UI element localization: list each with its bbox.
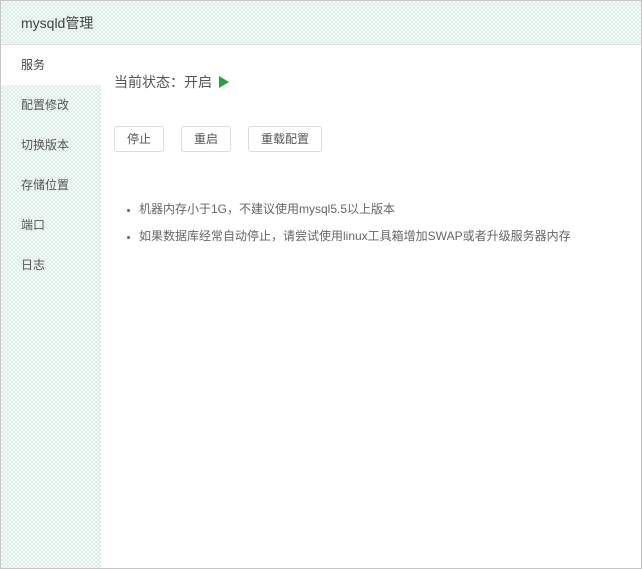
- dialog-title: mysqld管理: [21, 13, 93, 33]
- restart-button[interactable]: 重启: [181, 126, 231, 152]
- mysqld-manage-dialog: mysqld管理 服务 配置修改 切换版本 存储位置 端口 日志 当前状态：开启…: [0, 0, 642, 569]
- sidebar-item-config-edit[interactable]: 配置修改: [1, 85, 101, 125]
- play-triangle-icon: [219, 76, 229, 88]
- status-value: 开启: [184, 72, 212, 92]
- sidebar-item-storage-location[interactable]: 存储位置: [1, 165, 101, 205]
- service-panel: 当前状态：开启 停止 重启 重载配置 机器内存小于1G，不建议使用mysql5.…: [101, 45, 641, 568]
- sidebar: 服务 配置修改 切换版本 存储位置 端口 日志: [1, 45, 101, 568]
- status-line: 当前状态：开启: [114, 72, 625, 92]
- sidebar-item-log[interactable]: 日志: [1, 245, 101, 285]
- reload-config-button[interactable]: 重载配置: [248, 126, 322, 152]
- dialog-titlebar: mysqld管理: [1, 1, 641, 45]
- sidebar-item-switch-version[interactable]: 切换版本: [1, 125, 101, 165]
- service-actions: 停止 重启 重载配置: [114, 126, 625, 152]
- note-item-memory: 机器内存小于1G，不建议使用mysql5.5以上版本: [139, 200, 625, 218]
- dialog-body: 服务 配置修改 切换版本 存储位置 端口 日志 当前状态：开启 停止 重启 重载…: [1, 45, 641, 568]
- sidebar-item-port[interactable]: 端口: [1, 205, 101, 245]
- status-label: 当前状态：: [114, 72, 184, 92]
- notes-list: 机器内存小于1G，不建议使用mysql5.5以上版本 如果数据库经常自动停止，请…: [126, 200, 625, 245]
- note-item-swap: 如果数据库经常自动停止，请尝试使用linux工具箱增加SWAP或者升级服务器内存: [139, 227, 625, 245]
- sidebar-item-service[interactable]: 服务: [1, 45, 101, 85]
- stop-button[interactable]: 停止: [114, 126, 164, 152]
